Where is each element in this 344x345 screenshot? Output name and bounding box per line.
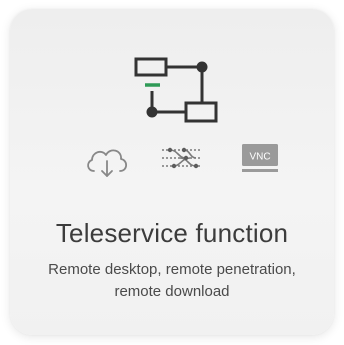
cloud-download-icon[interactable] bbox=[84, 144, 130, 178]
network-topology-icon bbox=[134, 57, 218, 123]
feature-icons: VNC bbox=[0, 140, 344, 180]
network-penetration-icon[interactable] bbox=[160, 144, 204, 174]
vnc-monitor-icon[interactable]: VNC bbox=[240, 142, 280, 176]
card-title: Teleservice function bbox=[55, 218, 289, 248]
vnc-label: VNC bbox=[249, 152, 270, 163]
card-description: Remote desktop, remote penetration, remo… bbox=[48, 261, 296, 300]
